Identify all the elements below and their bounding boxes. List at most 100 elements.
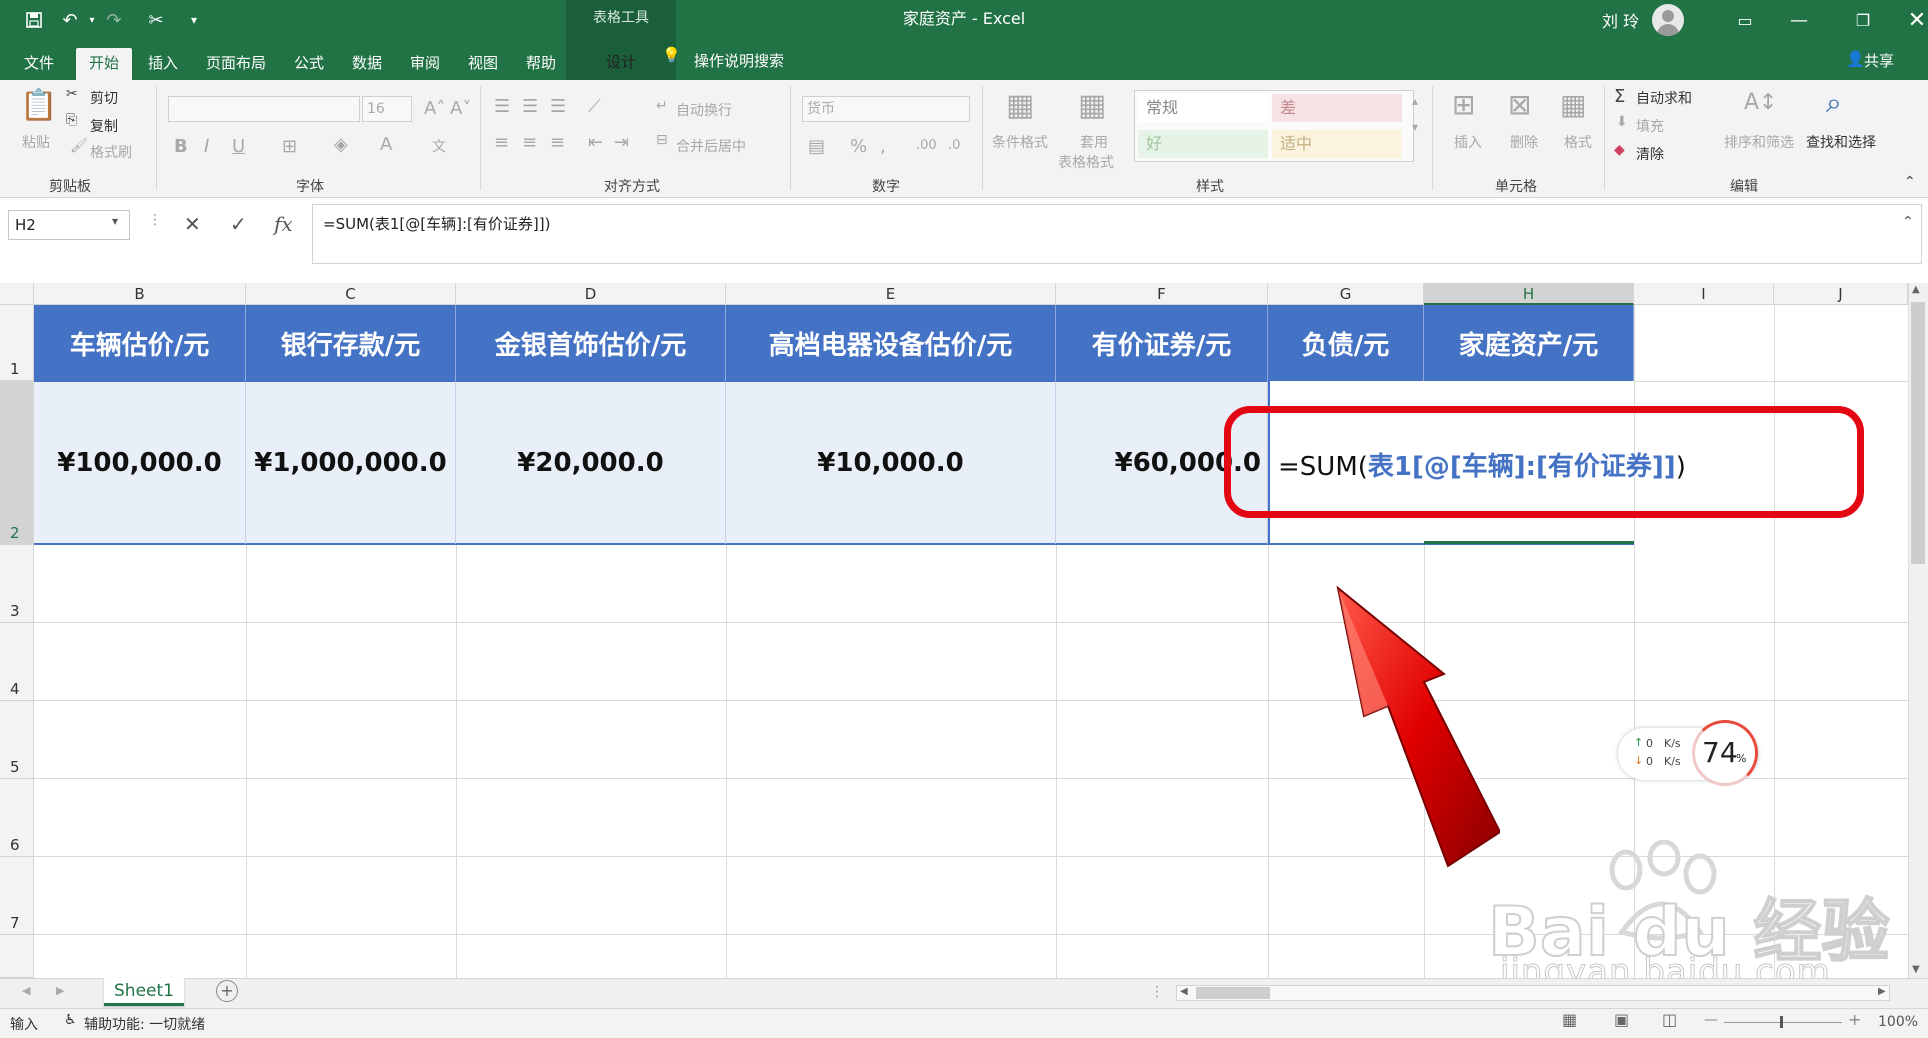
decrease-decimal-icon[interactable]: .0 [948,138,960,153]
table-header-cell[interactable]: 高档电器设备估价/元 [726,305,1056,381]
horizontal-scrollbar[interactable] [1176,985,1890,1001]
row-header-8[interactable] [0,935,34,978]
table-header-cell[interactable]: 有价证券/元 [1056,305,1268,381]
zoom-slider-thumb[interactable] [1780,1016,1783,1028]
delete-cells-button[interactable]: 删除 [1510,132,1538,152]
add-sheet-icon[interactable]: + [216,980,238,1002]
column-header-i[interactable]: I [1634,283,1774,305]
collapse-ribbon-icon[interactable]: ⌃ [1904,174,1916,190]
align-right-icon[interactable]: ≡ [550,132,565,153]
delete-cells-icon[interactable]: ⊠ [1508,88,1531,121]
scroll-left-icon[interactable]: ◀ [1180,986,1188,997]
sort-filter-icon[interactable]: A↕ [1744,90,1777,115]
orientation-icon[interactable]: ⟋ [588,96,601,117]
comma-icon[interactable]: , [880,136,886,157]
tab-home[interactable]: 开始 [76,48,132,80]
insert-cells-icon[interactable]: ⊞ [1452,88,1475,121]
paste-label[interactable]: 粘贴 [22,132,50,152]
tab-insert[interactable]: 插入 [146,48,180,80]
page-break-view-icon[interactable]: ◫ [1662,1010,1677,1029]
sheet-prev-icon[interactable]: ◀ [22,984,30,997]
tab-formulas[interactable]: 公式 [292,48,326,80]
align-bottom-icon[interactable]: ☰ [550,96,566,117]
table-data-cell[interactable]: ¥10,000.0 [726,381,1056,545]
scissors-icon[interactable]: ✂ [142,8,170,32]
select-all-corner[interactable] [0,283,34,305]
normal-view-icon[interactable]: ▦ [1562,1010,1577,1029]
name-box-dropdown-icon[interactable]: ▾ [112,214,118,228]
tab-view[interactable]: 视图 [466,48,500,80]
row-header-4[interactable]: 4 [0,623,34,701]
page-layout-view-icon[interactable]: ▣ [1614,1010,1629,1029]
format-painter-button[interactable]: 格式刷 [90,142,132,162]
underline-icon[interactable]: U [232,136,245,157]
increase-indent-icon[interactable]: ⇥ [614,132,629,153]
table-format-icon[interactable]: ▦ [1078,88,1106,123]
scroll-up-icon[interactable]: ▲ [1912,284,1920,295]
font-color-icon[interactable]: A [380,134,392,155]
column-header-d[interactable]: D [456,283,726,305]
table-header-cell[interactable]: 家庭资产/元 [1424,305,1634,381]
wrap-text-button[interactable]: 自动换行 [676,100,732,120]
tell-me-search[interactable]: 操作说明搜索 [694,50,784,71]
phonetic-icon[interactable]: 文 [432,136,446,156]
column-header-f[interactable]: F [1056,283,1268,305]
fill-button[interactable]: 填充 [1636,116,1664,136]
table-header-cell[interactable]: 银行存款/元 [246,305,456,381]
table-header-cell[interactable]: 负债/元 [1268,305,1424,381]
save-icon[interactable] [20,8,48,32]
font-shrink-icon[interactable]: A˅ [450,98,471,119]
cancel-icon[interactable]: ✕ [184,212,201,236]
column-header-c[interactable]: C [246,283,456,305]
align-middle-icon[interactable]: ☰ [522,96,538,117]
sort-filter-button[interactable]: 排序和筛选 [1724,132,1794,152]
table-data-cell[interactable]: ¥100,000.0 [34,381,246,545]
font-name-box[interactable] [168,96,360,122]
style-good[interactable]: 好 [1138,130,1268,158]
fill-color-icon[interactable]: ◈ [334,134,348,155]
row-header-7[interactable]: 7 [0,857,34,935]
align-top-icon[interactable]: ☰ [494,96,510,117]
user-name[interactable]: 刘 玲 [1602,8,1639,32]
format-cells-button[interactable]: 格式 [1564,132,1592,152]
percent-icon[interactable]: % [850,136,867,157]
merge-center-button[interactable]: 合并后居中 [676,136,746,156]
border-icon[interactable]: ⊞ [282,136,297,157]
restore-icon[interactable]: ❐ [1840,0,1886,40]
horizontal-scroll-thumb[interactable] [1196,987,1270,999]
align-center-icon[interactable]: ≡ [522,132,537,153]
italic-icon[interactable]: I [204,136,209,157]
clipboard-icon[interactable]: 📋 [20,88,57,123]
column-header-e[interactable]: E [726,283,1056,305]
table-header-cell[interactable]: 金银首饰估价/元 [456,305,726,381]
row-header-2[interactable]: 2 [0,381,34,545]
table-data-cell[interactable]: ¥1,000,000.0 [246,381,456,545]
share-button[interactable]: 共享 [1864,50,1894,71]
tab-help[interactable]: 帮助 [524,48,558,80]
autosum-button[interactable]: 自动求和 [1636,88,1692,108]
column-header-g[interactable]: G [1268,283,1424,305]
zoom-out-icon[interactable]: — [1704,1012,1718,1028]
font-grow-icon[interactable]: A˄ [424,98,445,119]
zoom-slider[interactable] [1724,1022,1842,1023]
insert-cells-button[interactable]: 插入 [1454,132,1482,152]
row-header-3[interactable]: 3 [0,545,34,623]
cut-button[interactable]: 剪切 [90,88,118,108]
row-header-5[interactable]: 5 [0,701,34,779]
gallery-scroll-down-icon[interactable]: ▾ [1412,120,1418,134]
tab-page-layout[interactable]: 页面布局 [204,48,268,80]
gallery-scroll-up-icon[interactable]: ▴ [1412,94,1418,108]
clear-button[interactable]: 清除 [1636,144,1664,164]
zoom-in-icon[interactable]: + [1848,1010,1861,1029]
table-format-label-1[interactable]: 套用 [1080,132,1108,152]
style-bad[interactable]: 差 [1272,94,1402,122]
formula-input[interactable]: =SUM(表1[@[车辆]:[有价证券]]) [312,204,1922,264]
table-data-cell[interactable]: ¥20,000.0 [456,381,726,545]
avatar[interactable] [1652,4,1684,36]
magnifier-icon[interactable]: ⌕ [1826,86,1842,120]
table-header-cell[interactable]: 车辆估价/元 [34,305,246,381]
zoom-level[interactable]: 100% [1878,1014,1918,1030]
number-format-box[interactable]: 货币 [802,96,970,122]
tab-review[interactable]: 审阅 [408,48,442,80]
conditional-format-icon[interactable]: ▦ [1006,88,1034,123]
